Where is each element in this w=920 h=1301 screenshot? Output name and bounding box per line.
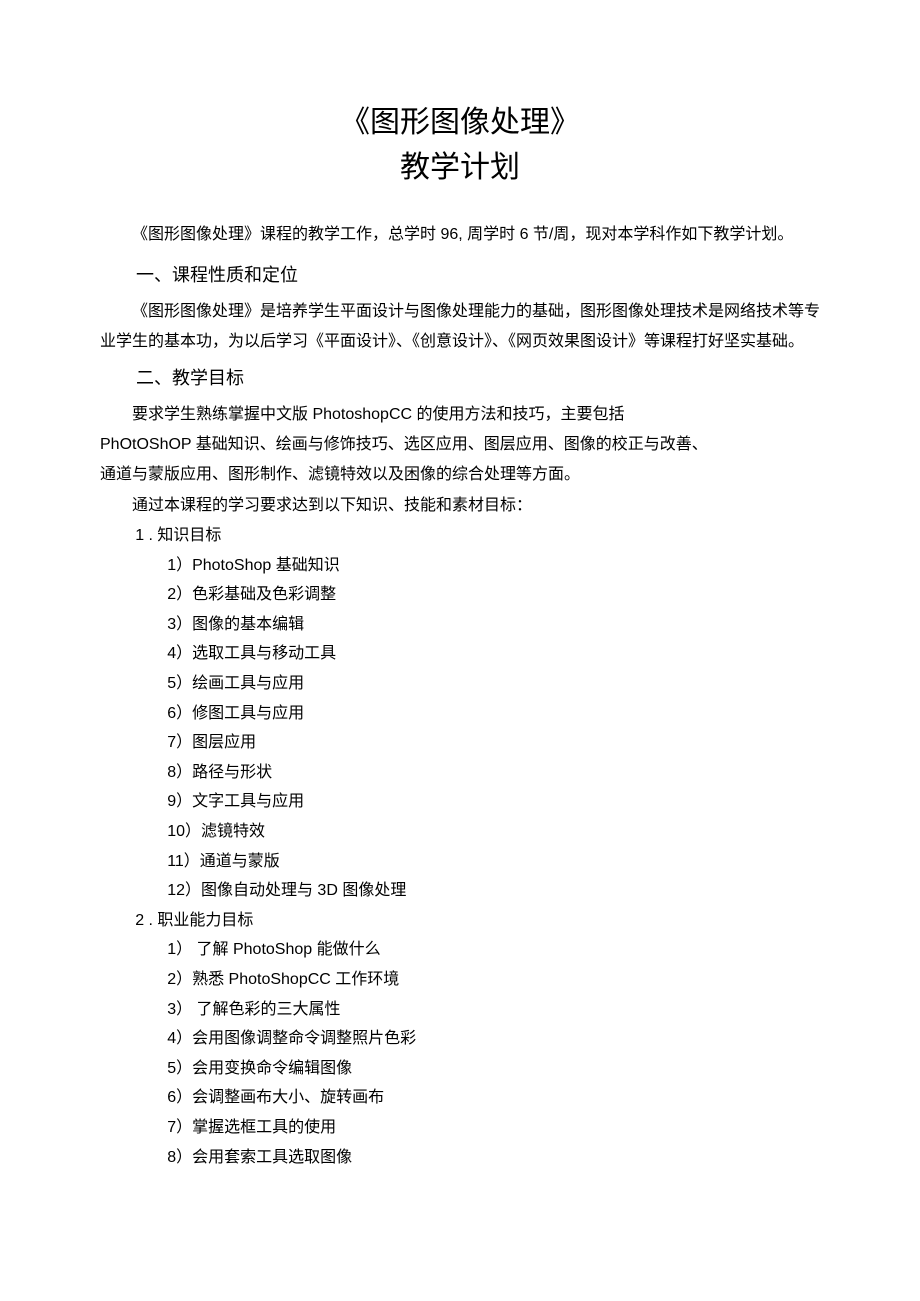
list-item: 8）路径与形状 <box>100 758 820 788</box>
list-item: 9）文字工具与应用 <box>100 787 820 817</box>
list-item: 5）会用变换命令编辑图像 <box>100 1054 820 1084</box>
section-2-p4: 通过本课程的学习要求达到以下知识、技能和素材目标： <box>100 491 820 521</box>
section-1-body: 《图形图像处理》是培养学生平面设计与图像处理能力的基础，图形图像处理技术是网络技… <box>100 297 820 358</box>
list-item: 3） 了解色彩的三大属性 <box>100 995 820 1025</box>
list-item: 2）熟悉 PhotoShopCC 工作环境 <box>100 965 820 995</box>
intro-paragraph: 《图形图像处理》课程的教学工作，总学时 96, 周学时 6 节/周，现对本学科作… <box>100 220 820 250</box>
list-item: 8）会用套索工具选取图像 <box>100 1143 820 1173</box>
list-item: 1） 了解 PhotoShop 能做什么 <box>100 935 820 965</box>
list-item: 6）会调整画布大小、旋转画布 <box>100 1083 820 1113</box>
list-item: 3）图像的基本编辑 <box>100 610 820 640</box>
goal-2-label: 2 . 职业能力目标 <box>100 906 820 936</box>
section-2-p3: 通道与蒙版应用、图形制作、滤镜特效以及困像的综合处理等方面。 <box>100 460 820 490</box>
section-2-p2: PhOtOShOP 基础知识、绘画与修饰技巧、选区应用、图层应用、图像的校正与改… <box>100 430 820 460</box>
list-item: 6）修图工具与应用 <box>100 699 820 729</box>
list-item: 4）选取工具与移动工具 <box>100 639 820 669</box>
section-1-heading: 一、课程性质和定位 <box>100 258 820 292</box>
list-item: 10）滤镜特效 <box>100 817 820 847</box>
goal-1-label: 1 . 知识目标 <box>100 521 820 551</box>
section-2-p1: 要求学生熟练掌握中文版 PhotoshopCC 的使用方法和技巧，主要包括 <box>100 400 820 430</box>
list-item: 7）掌握选框工具的使用 <box>100 1113 820 1143</box>
list-item: 1）PhotoShop 基础知识 <box>100 551 820 581</box>
list-item: 12）图像自动处理与 3D 图像处理 <box>100 876 820 906</box>
list-item: 5）绘画工具与应用 <box>100 669 820 699</box>
list-item: 7）图层应用 <box>100 728 820 758</box>
section-2-heading: 二、教学目标 <box>100 361 820 395</box>
list-item: 2）色彩基础及色彩调整 <box>100 580 820 610</box>
list-item: 4）会用图像调整命令调整照片色彩 <box>100 1024 820 1054</box>
document-title-block: 《图形图像处理》 教学计划 <box>100 100 820 190</box>
title-line-1: 《图形图像处理》 <box>100 100 820 145</box>
list-item: 11）通道与蒙版 <box>100 847 820 877</box>
title-line-2: 教学计划 <box>100 145 820 190</box>
